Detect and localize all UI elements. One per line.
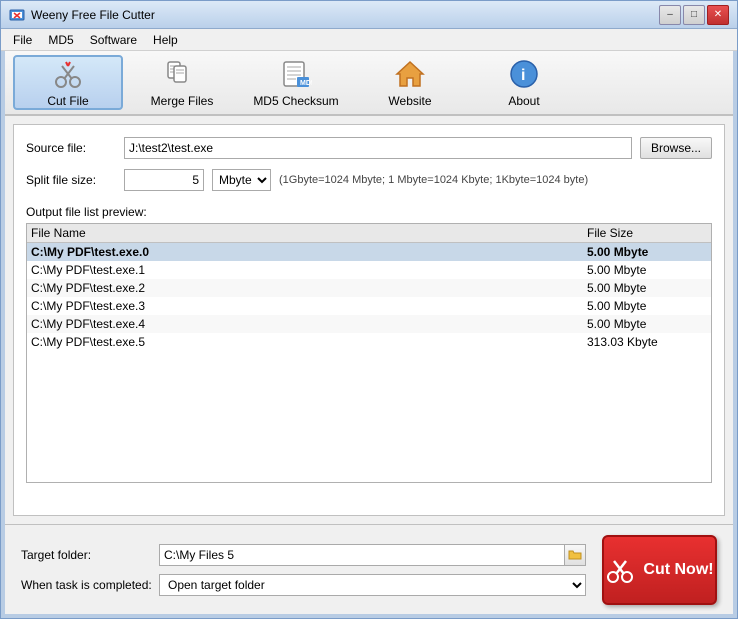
file-row-size-5: 313.03 Kbyte (587, 335, 707, 349)
file-row-name-5: C:\My PDF\test.exe.5 (31, 335, 587, 349)
info-icon: i (508, 58, 540, 90)
split-size-unit-select[interactable]: Kbyte Mbyte Gbyte (212, 169, 271, 191)
folder-browse-button[interactable] (564, 544, 586, 566)
table-row[interactable]: C:\My PDF\test.exe.5 313.03 Kbyte (27, 333, 711, 351)
folder-icon (568, 549, 582, 561)
browse-button[interactable]: Browse... (640, 137, 712, 159)
file-row-size-2: 5.00 Mbyte (587, 281, 707, 295)
svg-text:MD5: MD5 (300, 80, 312, 87)
window-title: Weeny Free File Cutter (31, 8, 659, 22)
file-name-header: File Name (31, 226, 587, 240)
cut-now-label: Cut Now! (643, 561, 713, 579)
folder-input-wrap (159, 544, 586, 566)
file-row-name-0: C:\My PDF\test.exe.0 (31, 245, 587, 259)
toolbar-merge-files[interactable]: Merge Files (127, 55, 237, 110)
file-row-size-0: 5.00 Mbyte (587, 245, 707, 259)
file-list-section: Output file list preview: File Name File… (26, 205, 712, 483)
target-folder-row: Target folder: (21, 544, 586, 566)
menu-bar: File MD5 Software Help (1, 29, 737, 51)
about-label: About (508, 94, 539, 108)
file-row-name-3: C:\My PDF\test.exe.3 (31, 299, 587, 313)
completion-select[interactable]: Open target folder Do nothing Shut down … (159, 574, 586, 596)
bottom-bar: Target folder: When task is completed: (5, 524, 733, 614)
menu-md5[interactable]: MD5 (40, 31, 81, 49)
file-row-name-4: C:\My PDF\test.exe.4 (31, 317, 587, 331)
split-size-label: Split file size: (26, 173, 116, 187)
table-row[interactable]: C:\My PDF\test.exe.2 5.00 Mbyte (27, 279, 711, 297)
scissors-icon (52, 58, 84, 90)
merge-files-label: Merge Files (151, 94, 214, 108)
completion-label: When task is completed: (21, 578, 151, 592)
svg-text:i: i (521, 67, 525, 84)
menu-help[interactable]: Help (145, 31, 186, 49)
source-file-label: Source file: (26, 141, 116, 155)
source-file-input[interactable] (124, 137, 632, 159)
menu-file[interactable]: File (5, 31, 40, 49)
file-list-label: Output file list preview: (26, 205, 712, 219)
file-row-size-4: 5.00 Mbyte (587, 317, 707, 331)
file-row-name-1: C:\My PDF\test.exe.1 (31, 263, 587, 277)
table-row[interactable]: C:\My PDF\test.exe.4 5.00 Mbyte (27, 315, 711, 333)
cut-now-button[interactable]: Cut Now! (602, 535, 717, 605)
minimize-button[interactable]: – (659, 5, 681, 25)
main-panel: Source file: Browse... Split file size: … (13, 124, 725, 516)
file-list-container[interactable]: File Name File Size C:\My PDF\test.exe.0… (26, 223, 712, 483)
toolbar-md5-checksum[interactable]: MD5 MD5 Checksum (241, 55, 351, 110)
close-button[interactable]: ✕ (707, 5, 729, 25)
merge-icon (166, 58, 198, 90)
table-row[interactable]: C:\My PDF\test.exe.1 5.00 Mbyte (27, 261, 711, 279)
toolbar-about[interactable]: i About (469, 55, 579, 110)
toolbar-website[interactable]: Website (355, 55, 465, 110)
website-label: Website (388, 94, 431, 108)
completion-row: When task is completed: Open target fold… (21, 574, 586, 596)
app-icon (9, 7, 25, 23)
main-window: Weeny Free File Cutter – □ ✕ File MD5 So… (0, 0, 738, 619)
file-row-size-3: 5.00 Mbyte (587, 299, 707, 313)
title-bar: Weeny Free File Cutter – □ ✕ (1, 1, 737, 29)
file-row-size-1: 5.00 Mbyte (587, 263, 707, 277)
cut-file-label: Cut File (47, 94, 88, 108)
menu-software[interactable]: Software (82, 31, 145, 49)
house-icon (394, 58, 426, 90)
toolbar: Cut File Merge Files (5, 51, 733, 116)
content-area: Cut File Merge Files (1, 51, 737, 618)
md5-icon: MD5 (280, 58, 312, 90)
target-folder-input[interactable] (159, 544, 564, 566)
target-folder-label: Target folder: (21, 548, 151, 562)
split-size-input[interactable] (124, 169, 204, 191)
toolbar-cut-file[interactable]: Cut File (13, 55, 123, 110)
cut-now-icon (605, 555, 635, 585)
split-size-row: Split file size: Kbyte Mbyte Gbyte (1Gby… (26, 169, 712, 191)
maximize-button[interactable]: □ (683, 5, 705, 25)
window-controls: – □ ✕ (659, 5, 729, 25)
split-size-hint: (1Gbyte=1024 Mbyte; 1 Mbyte=1024 Kbyte; … (279, 174, 588, 186)
file-list-header: File Name File Size (27, 224, 711, 243)
source-file-row: Source file: Browse... (26, 137, 712, 159)
bottom-form: Target folder: When task is completed: (21, 544, 586, 596)
md5-checksum-label: MD5 Checksum (253, 94, 338, 108)
file-row-name-2: C:\My PDF\test.exe.2 (31, 281, 587, 295)
table-row[interactable]: C:\My PDF\test.exe.3 5.00 Mbyte (27, 297, 711, 315)
file-size-header: File Size (587, 226, 707, 240)
table-row[interactable]: C:\My PDF\test.exe.0 5.00 Mbyte (27, 243, 711, 261)
